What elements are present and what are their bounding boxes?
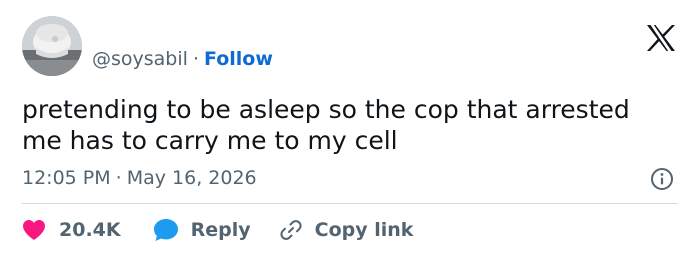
timestamp-separator: · — [115, 167, 122, 189]
tweet-timestamp[interactable]: 12:05 PM · May 16, 2026 — [22, 166, 257, 190]
author-row: @soysabil · Follow — [92, 47, 273, 71]
copy-link-label: Copy link — [314, 219, 414, 241]
reply-button[interactable]: Reply — [153, 218, 251, 242]
link-icon — [280, 220, 302, 240]
tweet-text: pretending to be asleep so the cop that … — [22, 95, 630, 155]
reply-bubble-icon — [153, 219, 178, 241]
tweet-card: @soysabil · Follow pretending to be asleep… — [0, 0, 700, 256]
divider — [22, 203, 678, 204]
handle-separator: · — [192, 48, 199, 70]
tweet-date: May 16, 2026 — [126, 167, 257, 189]
follow-button[interactable]: Follow — [204, 48, 273, 70]
like-count: 20.4K — [59, 219, 121, 241]
avatar-photo — [22, 16, 82, 76]
like-button[interactable]: 20.4K — [22, 219, 121, 241]
info-icon[interactable] — [650, 167, 674, 191]
copy-link-button[interactable]: Copy link — [279, 218, 414, 242]
avatar[interactable] — [22, 16, 82, 76]
action-bar: 20.4K Reply Copy link — [22, 216, 413, 244]
tweet-time: 12:05 PM — [22, 167, 111, 189]
author-handle[interactable]: @soysabil — [92, 48, 188, 70]
x-logo-icon[interactable] — [645, 24, 677, 52]
reply-label: Reply — [190, 219, 251, 241]
heart-icon — [23, 220, 45, 240]
